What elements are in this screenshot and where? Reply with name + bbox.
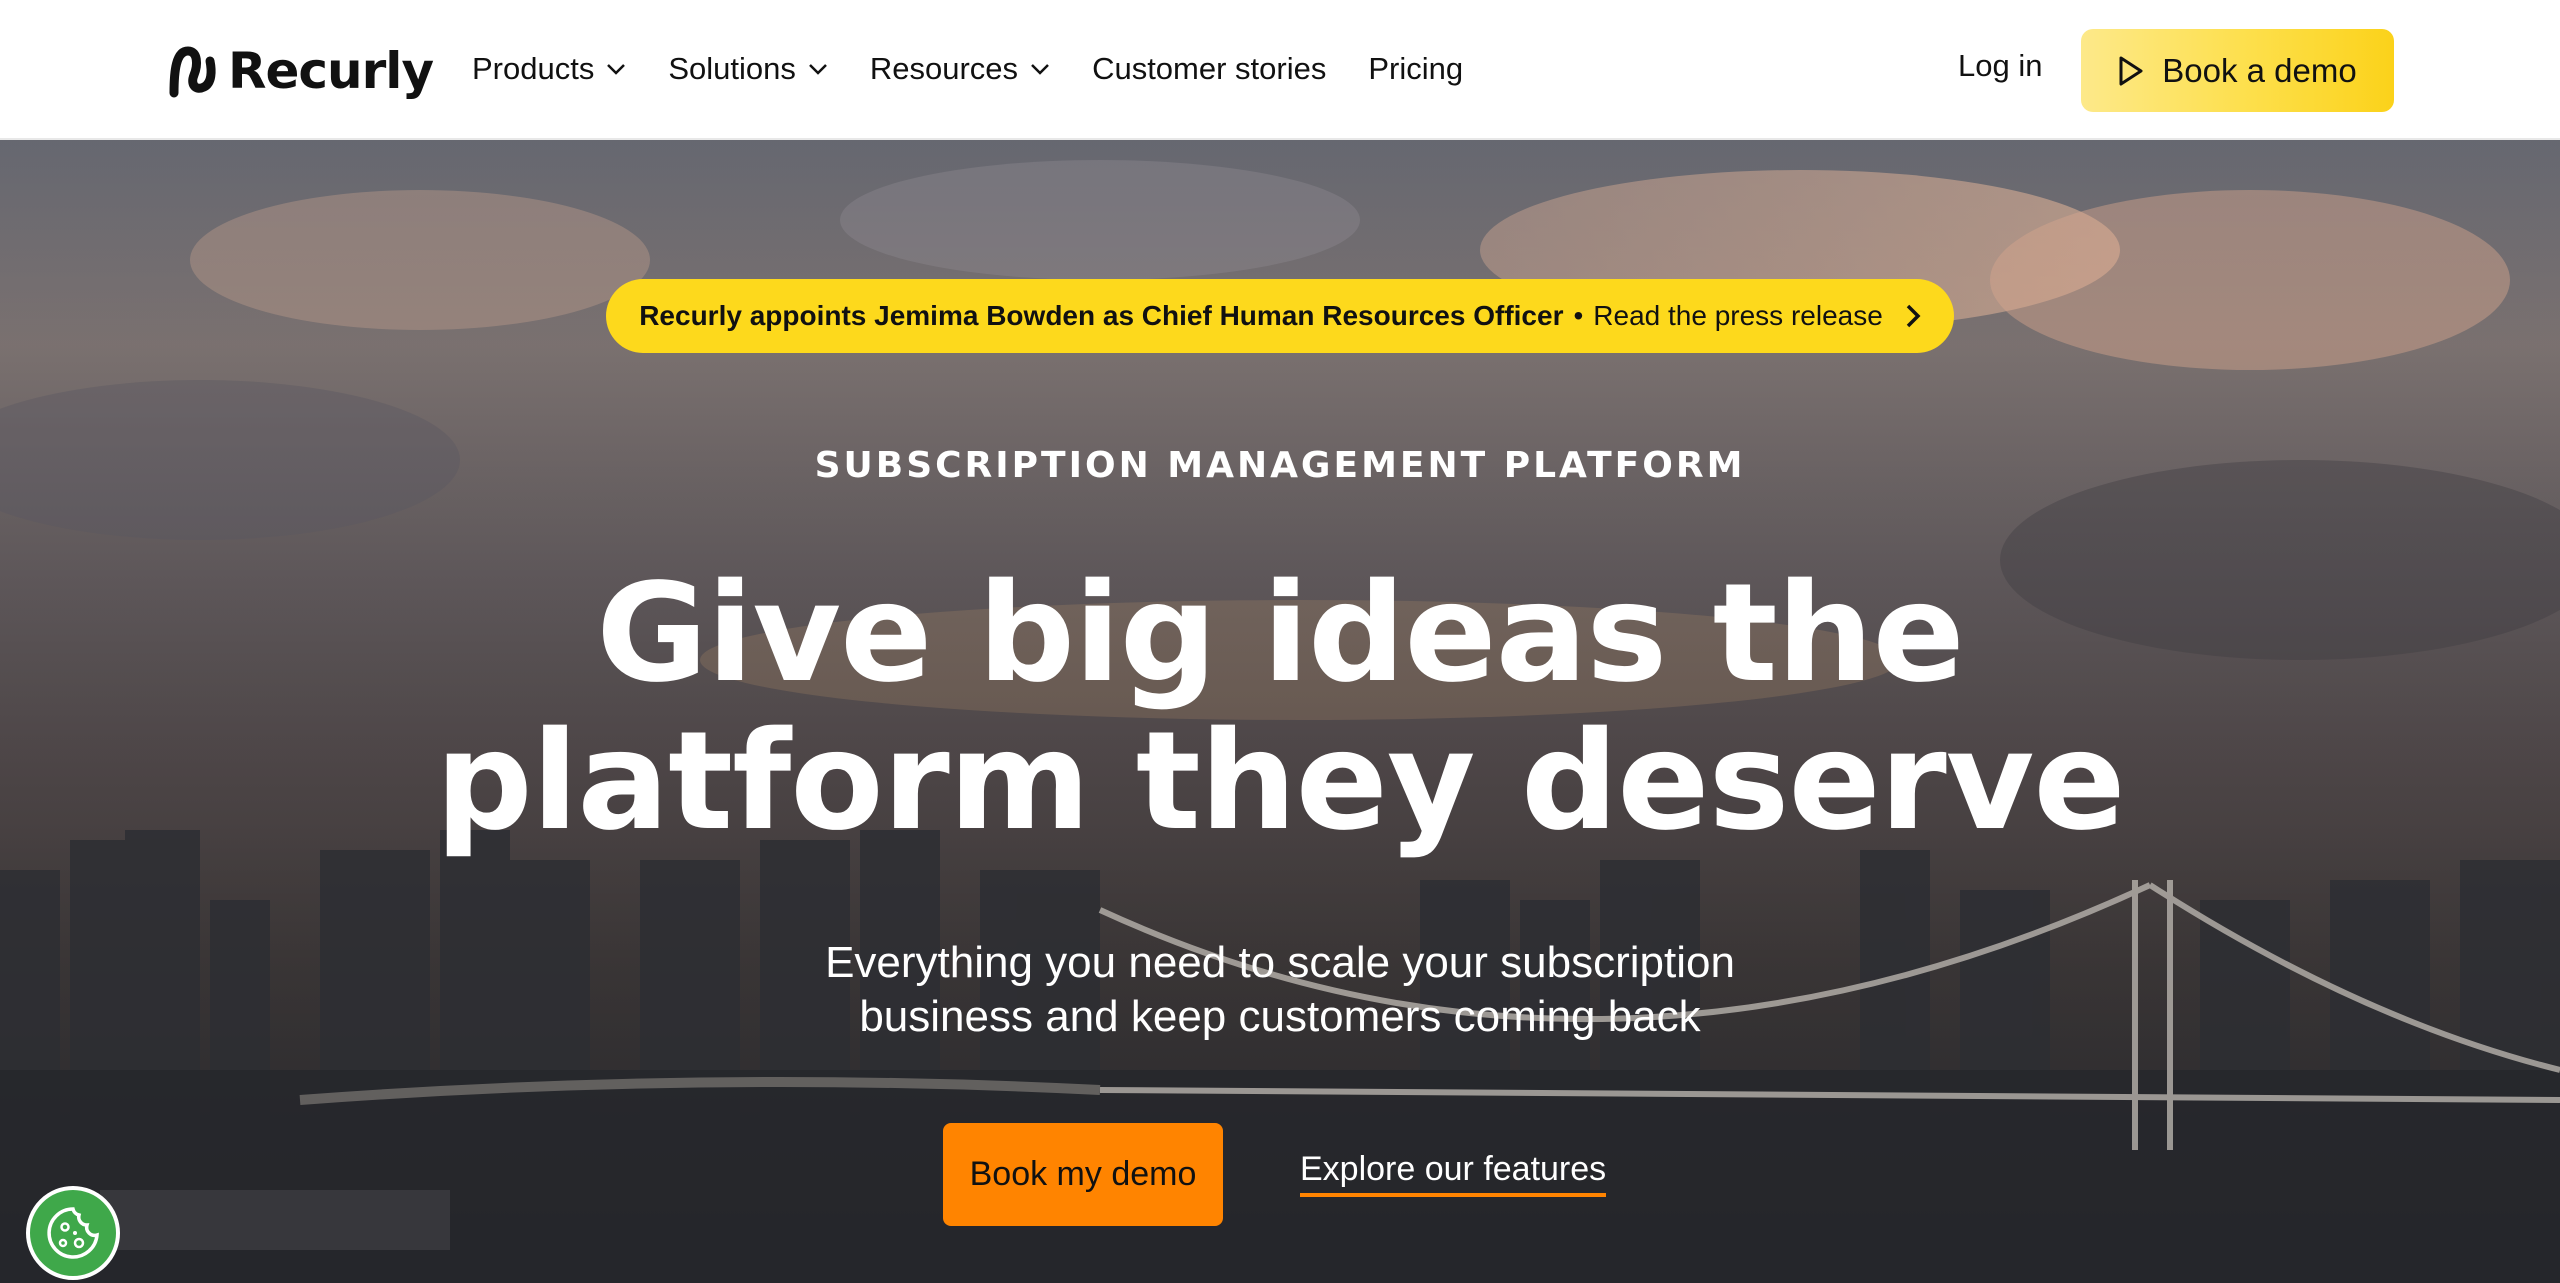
chevron-right-icon [1906, 304, 1921, 328]
hero-subheading-line-1: Everything you need to scale your subscr… [825, 938, 1735, 987]
hero-section: Recurly appoints Jemima Bowden as Chief … [0, 140, 2560, 1283]
chevron-down-icon [808, 64, 827, 75]
explore-features-link[interactable]: Explore our features [1300, 1150, 1607, 1197]
hero-subheading-line-2: business and keep customers coming back [859, 992, 1701, 1041]
hero-subheading: Everything you need to scale your subscr… [0, 936, 2560, 1044]
book-a-demo-button[interactable]: Book a demo [2081, 29, 2394, 112]
book-a-demo-label: Book a demo [2162, 51, 2357, 89]
cookie-icon [47, 1207, 99, 1259]
chevron-down-icon [607, 64, 626, 75]
nav-solutions[interactable]: Solutions [668, 51, 828, 87]
login-link[interactable]: Log in [1958, 48, 2042, 84]
nav-resources-label: Resources [869, 51, 1019, 86]
nav-resources[interactable]: Resources [870, 51, 1050, 87]
brand-name: Recurly [228, 42, 434, 100]
announcement-link: Read the press release [1593, 300, 1883, 331]
book-my-demo-button[interactable]: Book my demo [943, 1123, 1223, 1226]
hero-headline: Give big ideas the platform they deserve [0, 560, 2560, 856]
nav-customer-stories[interactable]: Customer stories [1092, 51, 1326, 87]
announcement-headline: Recurly appoints Jemima Bowden as Chief … [639, 300, 1564, 331]
nav-customer-stories-label: Customer stories [1092, 51, 1327, 86]
cookie-settings-button[interactable] [26, 1186, 120, 1280]
recurly-logo[interactable]: Recurly [166, 36, 434, 106]
main-nav: Products Solutions Resources Customer st… [472, 44, 1463, 94]
nav-products-label: Products [472, 51, 595, 86]
nav-pricing[interactable]: Pricing [1368, 51, 1463, 87]
nav-pricing-label: Pricing [1368, 51, 1464, 86]
announcement-separator: • [1573, 300, 1584, 331]
play-icon [2119, 56, 2143, 85]
nav-solutions-label: Solutions [668, 51, 796, 86]
chevron-down-icon [1031, 64, 1049, 75]
hero-eyebrow: SUBSCRIPTION MANAGEMENT PLATFORM [814, 445, 1746, 486]
recurly-logo-icon [169, 46, 216, 98]
announcement-banner[interactable]: Recurly appoints Jemima Bowden as Chief … [606, 279, 1954, 353]
hero-headline-line-1: Give big ideas the [596, 555, 1965, 713]
nav-products[interactable]: Products [472, 51, 626, 87]
site-header: Recurly Products Solutions Resources Cus… [0, 0, 2560, 140]
hero-headline-line-2: platform they deserve [435, 703, 2125, 861]
